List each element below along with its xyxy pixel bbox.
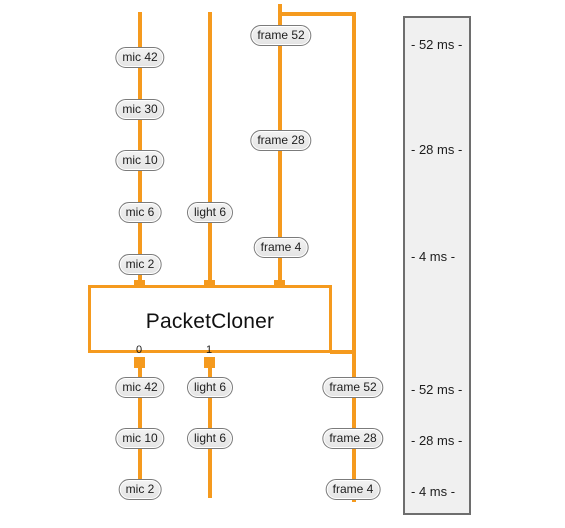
timeline-tick-label: - 28 ms - [411, 433, 463, 448]
signal-pill[interactable]: frame 52 [250, 25, 312, 46]
signal-pill[interactable]: frame 52 [322, 377, 384, 398]
signal-pill[interactable]: frame 28 [322, 428, 384, 449]
signal-pill[interactable]: mic 2 [118, 254, 162, 275]
packetcloner-node[interactable]: PacketCloner [88, 285, 332, 353]
wire-node-right-route[interactable] [330, 350, 354, 354]
wire-tick-route-horizontal[interactable] [278, 12, 356, 16]
signal-pill[interactable]: mic 42 [115, 377, 165, 398]
signal-pill[interactable]: mic 2 [118, 479, 162, 500]
signal-pill[interactable]: frame 28 [250, 130, 312, 151]
signal-pill[interactable]: light 6 [186, 202, 234, 223]
output-port-1-label: 1 [205, 344, 213, 356]
wire-input-1-upper[interactable] [208, 12, 212, 284]
signal-pill[interactable]: frame 4 [253, 237, 309, 258]
node-graph-canvas: 0 1 TICK PacketCloner 0 1 mic 42 mic 30 … [0, 0, 565, 528]
signal-pill[interactable]: mic 42 [115, 47, 165, 68]
timeline-tick-label: - 52 ms - [411, 37, 463, 52]
signal-pill[interactable]: mic 30 [115, 99, 165, 120]
signal-pill[interactable]: mic 10 [115, 428, 165, 449]
timeline-ruler[interactable]: - 52 ms - - 28 ms - - 4 ms - - 52 ms - -… [403, 16, 471, 515]
packetcloner-node-title: PacketCloner [145, 310, 275, 333]
output-port-0-label: 0 [135, 344, 143, 356]
timeline-tick-label: - 28 ms - [411, 142, 463, 157]
timeline-tick-label: - 4 ms - [411, 249, 456, 264]
signal-pill[interactable]: light 6 [186, 428, 234, 449]
timeline-tick-label: - 4 ms - [411, 484, 456, 499]
timeline-tick-label: - 52 ms - [411, 382, 463, 397]
signal-pill[interactable]: mic 6 [118, 202, 162, 223]
signal-pill[interactable]: frame 4 [325, 479, 381, 500]
signal-pill[interactable]: light 6 [186, 377, 234, 398]
signal-pill[interactable]: mic 10 [115, 150, 165, 171]
